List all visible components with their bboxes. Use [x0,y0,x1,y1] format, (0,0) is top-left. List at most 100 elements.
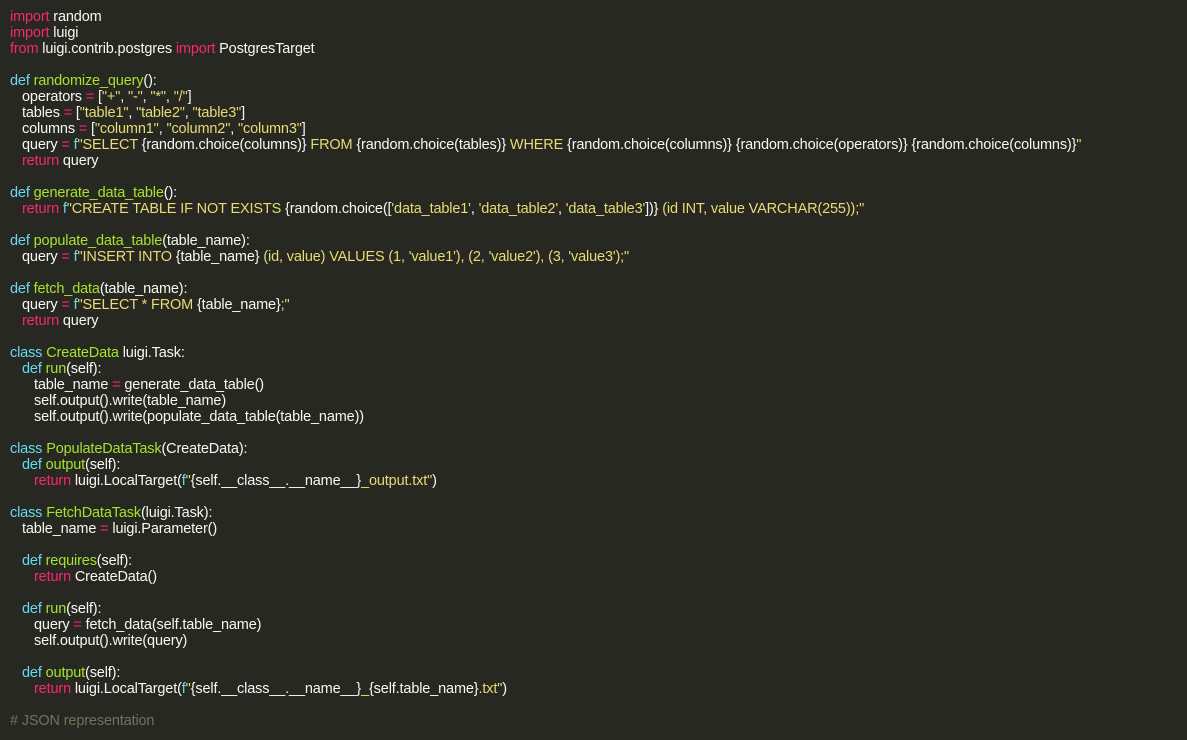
code-text-token: query [34,617,74,633]
def-keyword-token: def [22,665,42,681]
code-text-token: self.output().write(query) [34,633,188,649]
function-name-token: run [45,361,67,377]
code-line: query = f"SELECT * FROM {table_name};" [10,297,1187,313]
keyword-token: = [112,377,121,393]
function-name-token: populate_data_table [33,233,163,249]
code-line: query = f"INSERT INTO {table_name} (id, … [10,249,1187,265]
code-text-token: luigi.contrib.postgres [38,41,176,57]
function-name-token: output [45,665,86,681]
keyword-token: import [10,25,50,41]
code-text-token: fetch_data(self.table_name) [81,617,262,633]
code-text-token: {random.choice(columns)} [141,137,307,153]
function-name-token: PopulateDataTask [46,441,162,457]
string-token: "column3" [237,121,302,137]
code-text-token: CreateData() [70,569,157,585]
code-text-token: ) [432,473,437,489]
code-line: def run(self): [10,601,1187,617]
code-text-token: {random.choice([ [285,201,392,217]
string-token: FROM [306,137,357,153]
keyword-token: import [175,41,216,57]
code-line: self.output().write(populate_data_table(… [10,409,1187,425]
keyword-token: = [63,105,72,121]
code-text-token: {self.__class__.__name__} [190,681,362,697]
string-token: ;" [280,297,290,313]
code-text-token: [ [94,89,102,105]
string-token: "column1" [94,121,159,137]
code-line: table_name = generate_data_table() [10,377,1187,393]
code-text-token: (self): [85,665,121,681]
function-name-token: CreateData [46,345,119,361]
code-text-token: {random.choice(tables)} [356,137,507,153]
keyword-token: import [10,9,50,25]
code-text-token: (self): [66,361,102,377]
string-token: .txt" [478,681,503,697]
code-line: def output(self): [10,457,1187,473]
code-text-token: (self): [66,601,102,617]
def-keyword-token: def [10,185,30,201]
string-token: "/" [173,89,188,105]
code-text-token: {random.choice(columns)} [567,137,732,153]
keyword-token: return [34,473,71,489]
code-line: def fetch_data(table_name): [10,281,1187,297]
def-keyword-token: class [10,505,43,521]
code-text-token: {table_name} [175,249,260,265]
def-keyword-token: class [10,441,43,457]
string-token: "SELECT [77,137,142,153]
string-token: _output.txt" [361,473,433,489]
string-token: 'data_table1' [391,201,471,217]
string-token: "SELECT * FROM [77,297,197,313]
code-text-token: columns [22,121,79,137]
code-text-token: PostgresTarget [215,41,315,57]
function-name-token: run [45,601,67,617]
code-line: def populate_data_table(table_name): [10,233,1187,249]
code-line: table_name = luigi.Parameter() [10,521,1187,537]
keyword-token: return [22,313,59,329]
code-text-token: (): [163,185,178,201]
keyword-token: return [22,153,59,169]
code-text-token: luigi.LocalTarget( [70,681,182,697]
code-text-token: , [470,201,479,217]
code-text-token: ] [301,121,306,137]
keyword-token: = [61,297,70,313]
def-keyword-token: def [10,233,30,249]
keyword-token: = [100,521,109,537]
code-text-token: {random.choice(operators)} [735,137,908,153]
string-token: "table3" [192,105,242,121]
function-name-token: fetch_data [33,281,100,297]
string-token: "INSERT INTO [77,249,176,265]
function-name-token: FetchDataTask [46,505,141,521]
code-text-token: {self.table_name} [368,681,479,697]
code-text-token: {self.__class__.__name__} [190,473,362,489]
def-keyword-token: class [10,345,43,361]
code-text-token: ])} [645,201,659,217]
code-lines: import random import luigi from luigi.cont… [10,9,1187,729]
code-text-token: luigi.Task: [118,345,185,361]
code-text-token: (CreateData): [161,441,248,457]
code-editor[interactable]: import random import luigi from luigi.cont… [0,0,1187,740]
code-line: # JSON representation [10,713,1187,729]
code-line: from luigi.contrib.postgres import Postg… [10,41,1187,57]
code-line: operators = ["+", "-", "*", "/"] [10,89,1187,105]
keyword-token: = [61,137,70,153]
function-name-token: requires [45,553,97,569]
keyword-token: = [61,249,70,265]
code-text-token: self.output().write(table_name) [34,393,226,409]
code-text-token: [ [72,105,80,121]
def-keyword-token: def [22,361,42,377]
code-text-token: (self): [85,457,121,473]
string-token: (id INT, value VARCHAR(255));" [658,201,865,217]
code-text-token: , [184,105,193,121]
code-text-token: luigi.LocalTarget( [70,473,182,489]
code-line: query = f"SELECT {random.choice(columns)… [10,137,1187,153]
code-text-token: , [120,89,128,105]
code-line: query = fetch_data(self.table_name) [10,617,1187,633]
code-line: def output(self): [10,665,1187,681]
code-text-token: operators [22,89,86,105]
def-keyword-token: def [22,553,42,569]
code-text-token: , [230,121,238,137]
